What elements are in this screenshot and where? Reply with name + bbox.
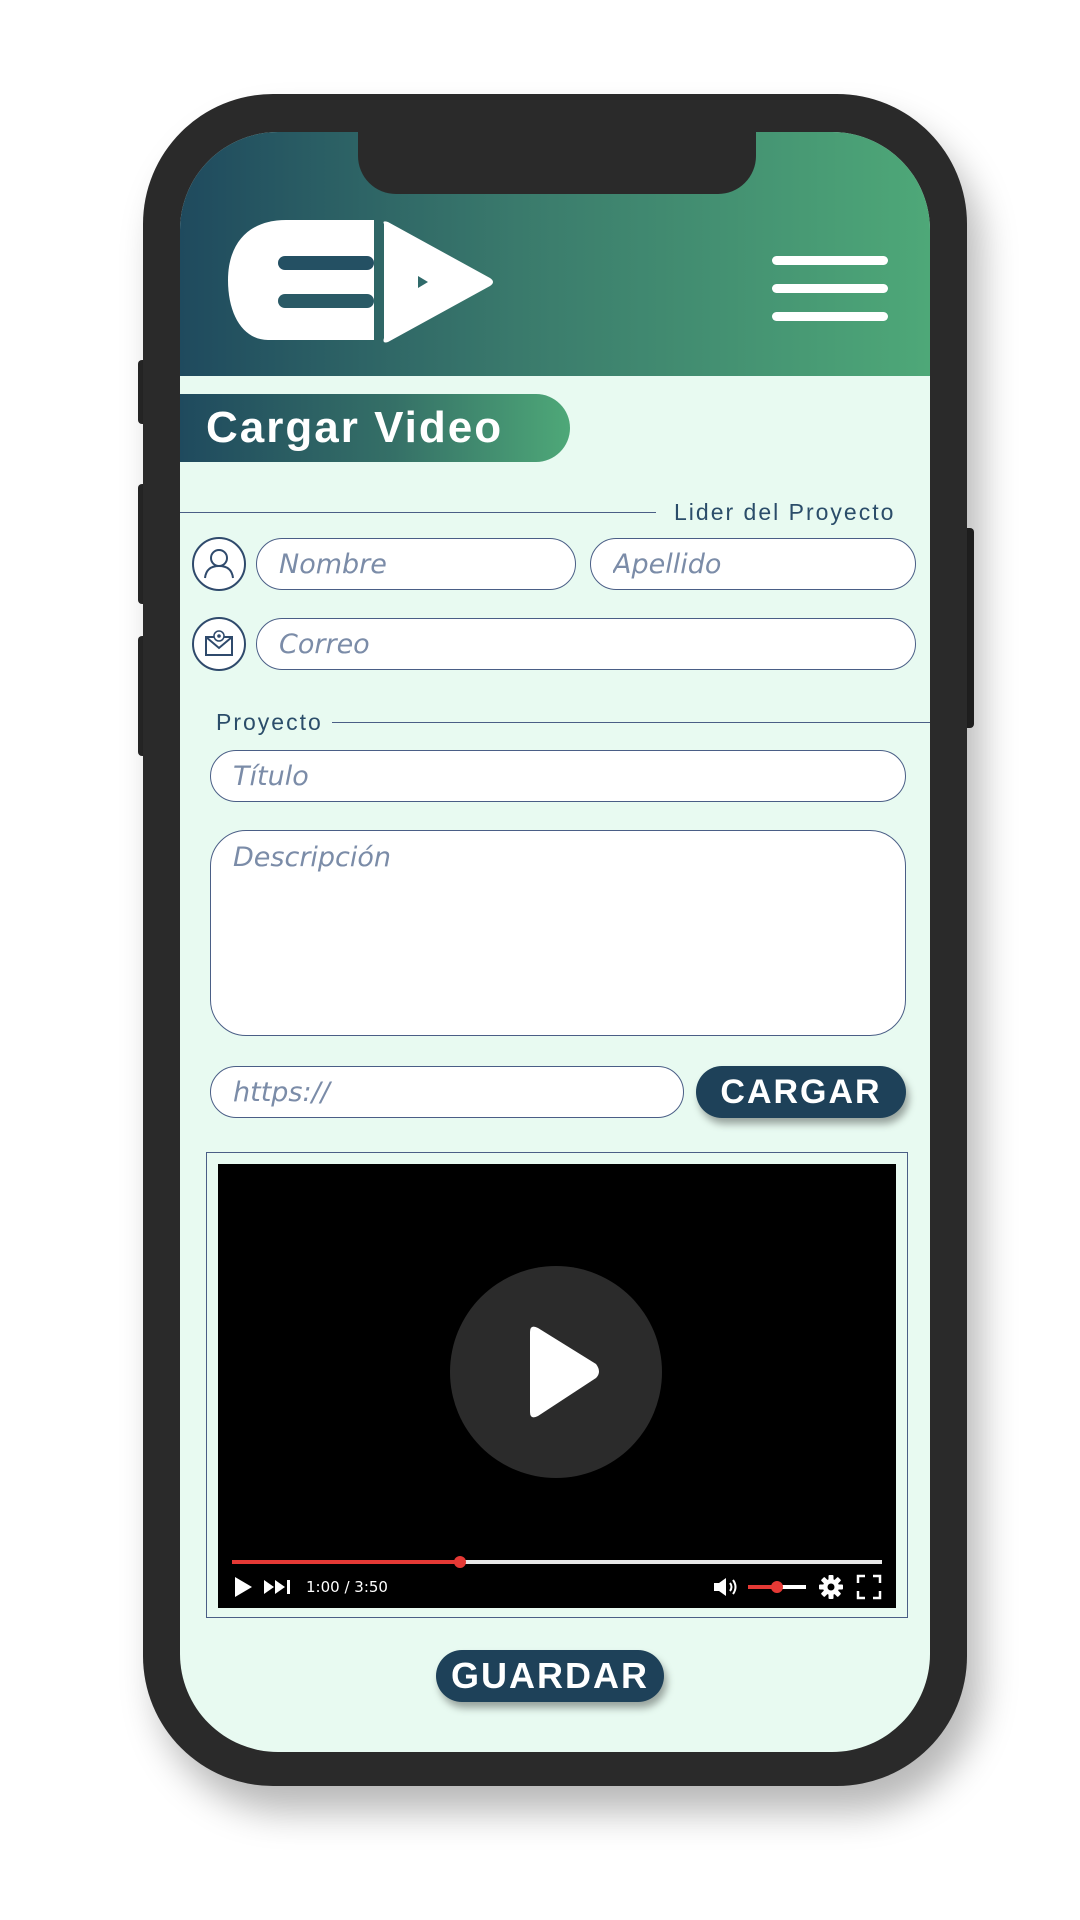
progress-handle[interactable]: [453, 1556, 466, 1568]
title-input[interactable]: [210, 750, 906, 802]
next-icon[interactable]: [262, 1575, 294, 1599]
play-icon[interactable]: [232, 1575, 254, 1599]
email-input[interactable]: [256, 618, 916, 670]
phone-screen: Cargar Video Lider del Proyecto Proyecto: [180, 132, 930, 1752]
menu-bar: [772, 284, 888, 293]
project-section-label: Proyecto: [216, 709, 323, 735]
url-input[interactable]: [210, 1066, 684, 1118]
stage: Cargar Video Lider del Proyecto Proyecto: [0, 0, 1080, 1920]
play-icon: [530, 1326, 599, 1418]
leader-section-label: Lider del Proyecto: [674, 499, 896, 525]
fullscreen-icon[interactable]: [856, 1574, 882, 1600]
menu-bar: [772, 256, 888, 265]
time-display: 1:00 / 3:50: [306, 1578, 388, 1596]
phone-notch: [358, 132, 756, 194]
first-name-input[interactable]: [256, 538, 576, 590]
user-icon: [192, 537, 246, 591]
section-divider: [332, 722, 930, 723]
volume-handle[interactable]: [771, 1581, 783, 1593]
envelope-icon: [192, 617, 246, 671]
menu-bar: [772, 312, 888, 321]
settings-icon[interactable]: [818, 1574, 844, 1600]
section-divider: [180, 512, 656, 513]
progress-fill: [232, 1560, 460, 1564]
page-title: Cargar Video: [180, 394, 570, 462]
volume-icon[interactable]: [712, 1575, 742, 1599]
video-player[interactable]: 1:00 / 3:50: [218, 1164, 896, 1608]
big-play-button[interactable]: [450, 1266, 662, 1478]
save-button[interactable]: GUARDAR: [436, 1650, 664, 1702]
last-name-input[interactable]: [590, 538, 916, 590]
ep-logo-icon[interactable]: [228, 220, 498, 344]
volume-slider[interactable]: [748, 1581, 806, 1593]
load-button[interactable]: CARGAR: [696, 1066, 906, 1118]
description-textarea[interactable]: [210, 830, 906, 1036]
hamburger-menu-icon[interactable]: [772, 256, 888, 322]
progress-bar[interactable]: [232, 1556, 882, 1568]
